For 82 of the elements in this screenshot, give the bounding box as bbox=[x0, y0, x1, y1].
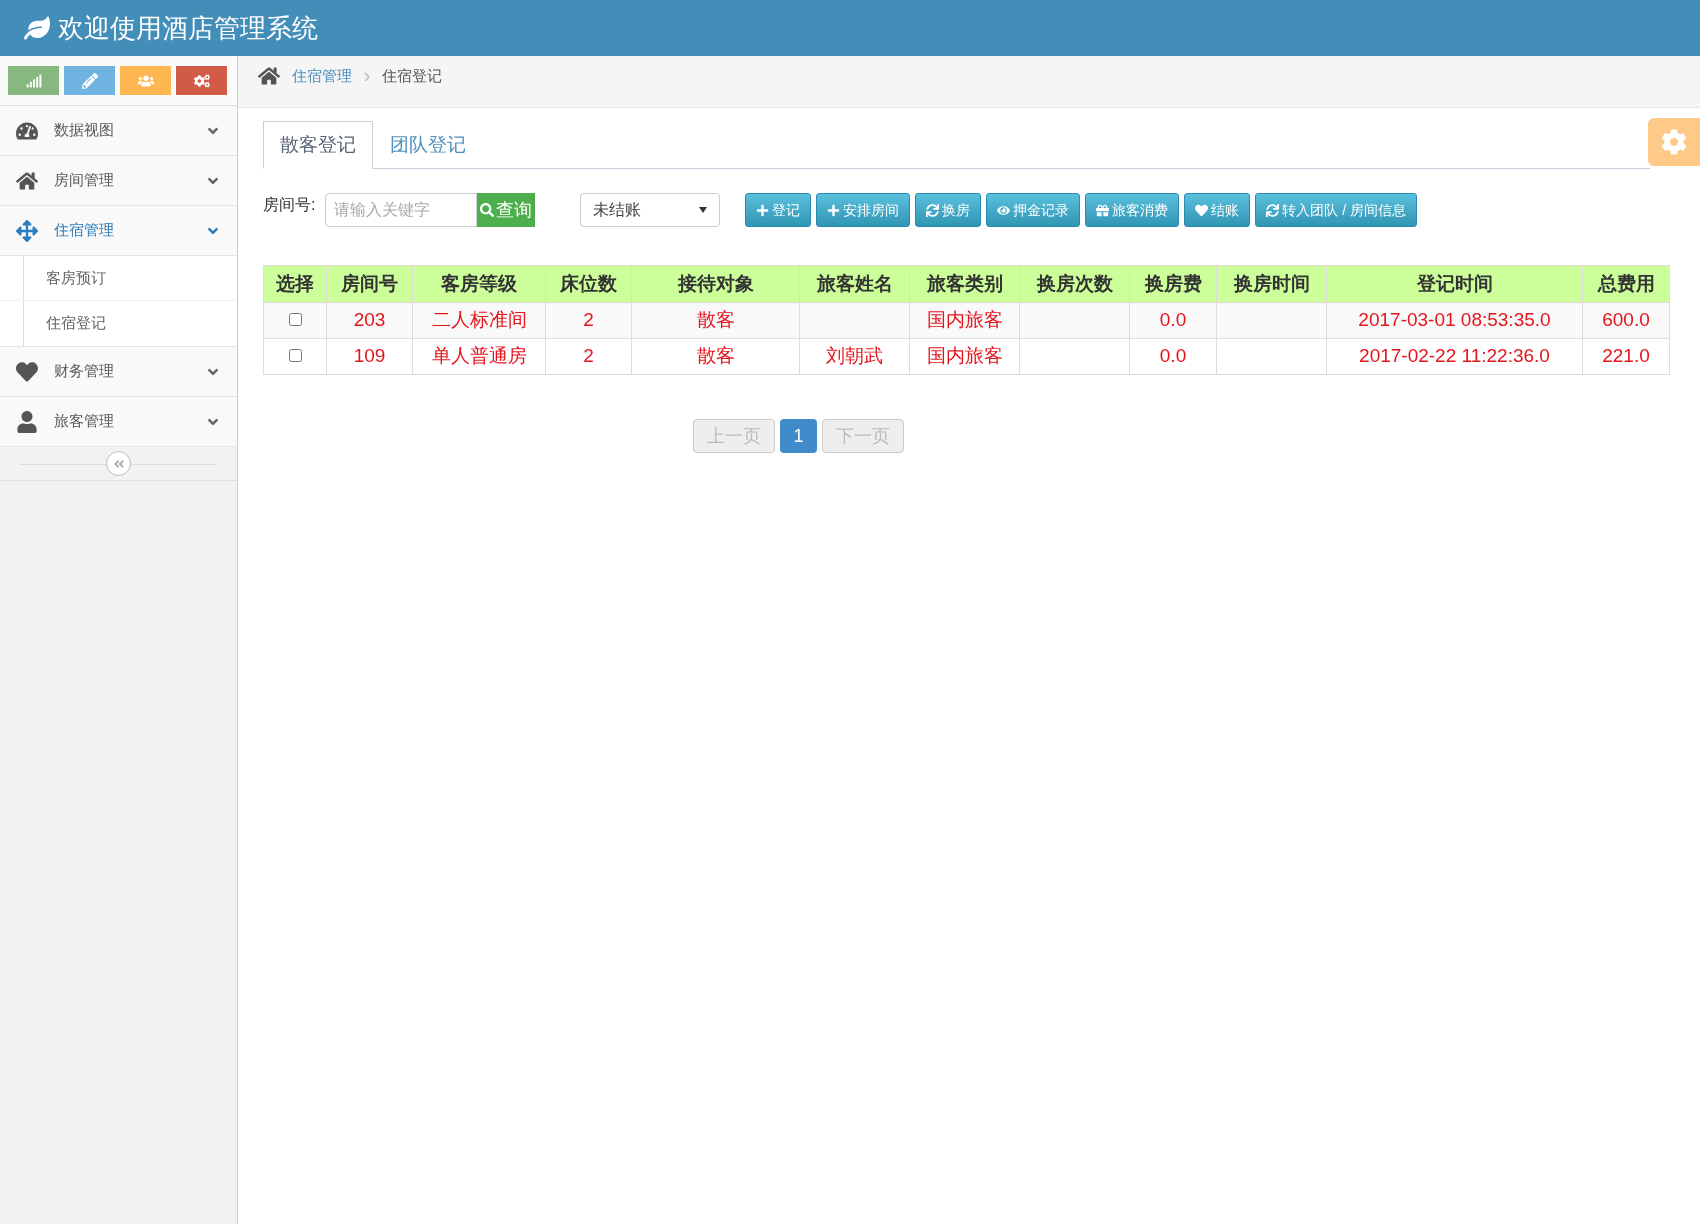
page-number-button[interactable]: 1 bbox=[780, 419, 817, 453]
table-cell: 2 bbox=[583, 345, 594, 367]
app-title: 欢迎使用酒店管理系统 bbox=[58, 11, 318, 45]
column-header: 旅客类别 bbox=[909, 265, 1020, 303]
table-cell: 109 bbox=[353, 345, 386, 367]
leaf-icon bbox=[24, 15, 50, 41]
sidebar-menu-item[interactable]: 数据视图 bbox=[0, 106, 237, 156]
column-header: 登记时间 bbox=[1326, 265, 1583, 303]
search-input[interactable]: 请输入关键字 bbox=[325, 193, 478, 227]
table-cell: 国内旅客 bbox=[926, 345, 1003, 367]
heart-icon bbox=[16, 360, 38, 383]
settings-button[interactable] bbox=[1648, 118, 1700, 166]
tab[interactable]: 团队登记 bbox=[373, 121, 483, 169]
breadcrumb-current: 住宿登记 bbox=[382, 66, 442, 86]
status-select[interactable]: 未结账 bbox=[580, 193, 721, 227]
table-cell: 221.0 bbox=[1602, 345, 1650, 367]
table-cell: 2017-03-01 08:53:35.0 bbox=[1358, 309, 1551, 331]
breadcrumb-link[interactable]: 住宿管理 bbox=[292, 65, 352, 88]
table-cell: 600.0 bbox=[1602, 309, 1650, 331]
search-button[interactable]: 查询 bbox=[477, 193, 536, 227]
home-icon bbox=[258, 65, 280, 87]
table-cell: 单人普通房 bbox=[431, 345, 527, 367]
action-button[interactable]: 安排房间 bbox=[816, 193, 911, 227]
signal-bars-icon bbox=[25, 72, 42, 89]
collapse-sidebar-button[interactable] bbox=[106, 451, 131, 476]
table-cell: 散客 bbox=[696, 345, 735, 367]
shortcut-button[interactable] bbox=[120, 66, 171, 95]
row-checkbox[interactable] bbox=[288, 312, 302, 326]
table-cell: 0.0 bbox=[1159, 309, 1187, 331]
action-button[interactable]: 旅客消费 bbox=[1085, 193, 1180, 227]
user-icon bbox=[16, 410, 38, 433]
table-cell: 2017-02-22 11:22:36.0 bbox=[1359, 345, 1550, 367]
dropdown-caret-icon bbox=[699, 207, 708, 213]
sidebar-menu-item[interactable]: 住宿管理 bbox=[0, 206, 237, 256]
settings-icon bbox=[1661, 129, 1687, 155]
column-header: 换房次数 bbox=[1019, 265, 1130, 303]
tab[interactable]: 散客登记 bbox=[263, 121, 373, 169]
action-button[interactable]: 结账 bbox=[1184, 193, 1251, 227]
action-button[interactable]: 转入团队 / 房间信息 bbox=[1255, 193, 1418, 227]
room-number-label: 房间号: bbox=[263, 195, 316, 215]
table-cell: 203 bbox=[353, 309, 386, 331]
action-button[interactable]: 押金记录 bbox=[986, 193, 1081, 227]
column-header: 换房费 bbox=[1129, 265, 1217, 303]
eye-icon bbox=[997, 203, 1011, 217]
gears-icon bbox=[193, 72, 210, 89]
sidebar-menu-item[interactable]: 房间管理 bbox=[0, 156, 237, 206]
sidebar-submenu-item[interactable]: 客房预订 bbox=[46, 266, 106, 290]
table-cell: 国内旅客 bbox=[926, 309, 1003, 331]
sidebar-menu-item[interactable]: 财务管理 bbox=[0, 347, 237, 397]
table-cell: 二人标准间 bbox=[431, 309, 527, 331]
column-header: 旅客姓名 bbox=[799, 265, 910, 303]
table-cell: 0.0 bbox=[1159, 345, 1187, 367]
table-cell: 散客 bbox=[696, 309, 735, 331]
refresh-icon bbox=[1266, 203, 1280, 217]
table-cell: 2 bbox=[583, 309, 594, 331]
column-header: 选择 bbox=[263, 265, 327, 303]
table-cell: 刘朝武 bbox=[826, 345, 883, 367]
shortcut-button[interactable] bbox=[8, 66, 59, 95]
column-header: 换房时间 bbox=[1216, 265, 1327, 303]
action-button[interactable]: 换房 bbox=[915, 193, 982, 227]
refresh-icon bbox=[926, 203, 940, 217]
chevron-right-icon bbox=[364, 72, 370, 82]
gift-icon bbox=[1096, 203, 1110, 217]
move-arrows-icon bbox=[16, 219, 38, 242]
home-icon bbox=[16, 169, 38, 192]
plus-icon bbox=[756, 203, 770, 217]
plus-icon bbox=[827, 203, 841, 217]
column-header: 床位数 bbox=[545, 265, 632, 303]
heart-icon bbox=[1195, 203, 1209, 217]
column-header: 总费用 bbox=[1582, 265, 1670, 303]
row-checkbox[interactable] bbox=[288, 348, 302, 362]
shortcut-button[interactable] bbox=[64, 66, 115, 95]
sidebar-menu-item[interactable]: 旅客管理 bbox=[0, 397, 237, 447]
pencil-icon bbox=[81, 72, 98, 89]
search-icon bbox=[480, 203, 495, 217]
sidebar-submenu-item[interactable]: 住宿登记 bbox=[46, 312, 106, 335]
shortcut-button[interactable] bbox=[176, 66, 227, 95]
double-chevron-left-icon bbox=[112, 457, 125, 470]
action-button[interactable]: 登记 bbox=[745, 193, 812, 227]
column-header: 客房等级 bbox=[412, 265, 546, 303]
column-header: 接待对象 bbox=[631, 265, 800, 303]
column-header: 房间号 bbox=[326, 265, 413, 303]
